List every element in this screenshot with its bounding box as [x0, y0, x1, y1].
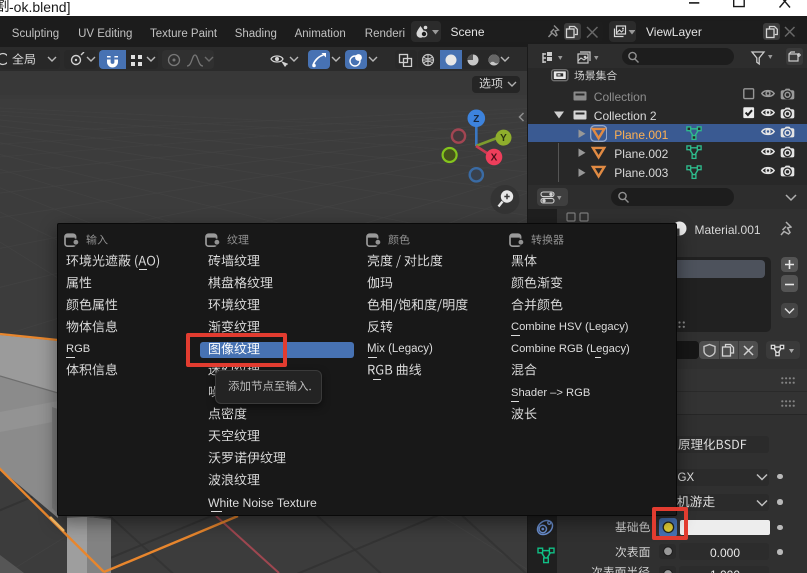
- svg-text:Y: Y: [500, 133, 507, 144]
- svg-text:X: X: [491, 153, 498, 164]
- svg-text:Z: Z: [473, 114, 479, 125]
